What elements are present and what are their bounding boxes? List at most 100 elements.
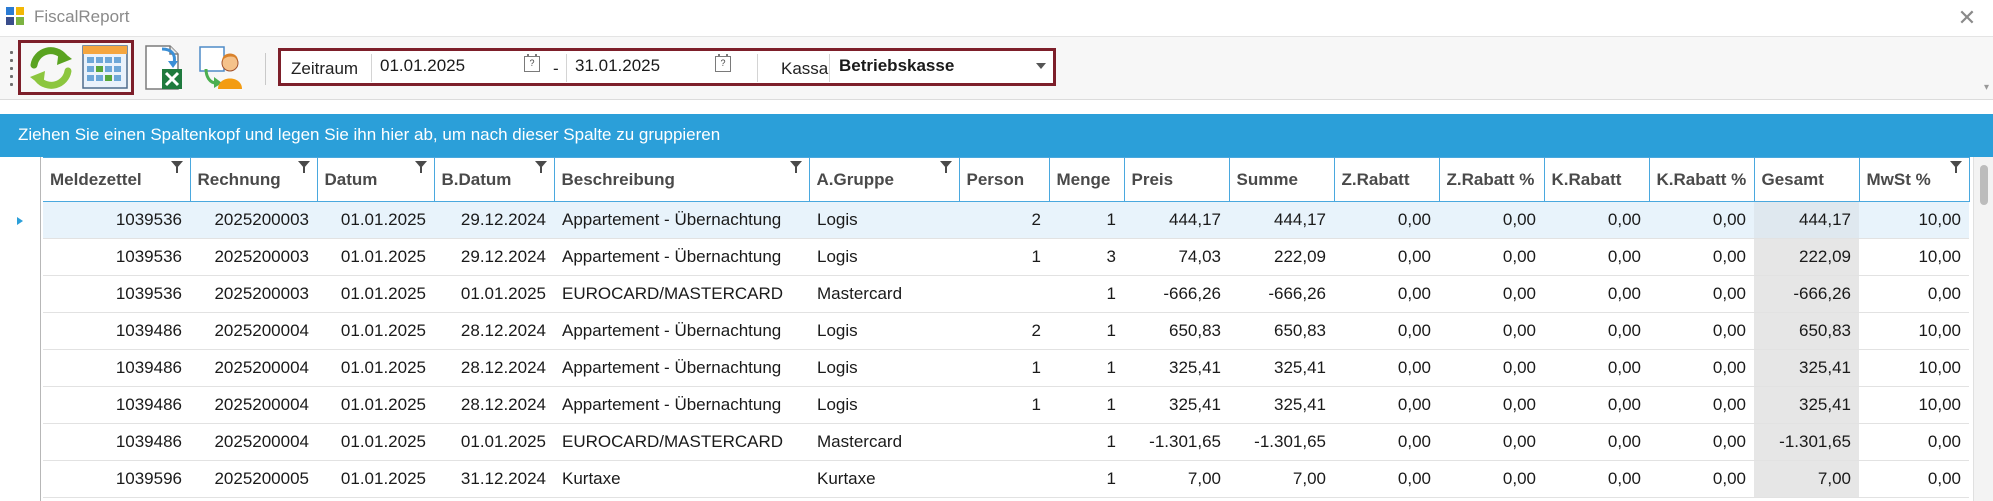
table-cell[interactable]: EUROCARD/MASTERCARD [554,275,809,313]
table-cell[interactable]: 7,00 [1124,460,1229,498]
column-header[interactable]: Rechnung [190,157,318,202]
column-header[interactable]: B.Datum [434,157,555,202]
excel-export-icon[interactable] [140,43,190,93]
table-cell[interactable]: 2025200004 [190,386,317,424]
table-cell[interactable]: 0,00 [1859,275,1969,313]
column-header[interactable]: Datum [317,157,435,202]
table-cell[interactable]: 1 [959,349,1049,387]
table-cell[interactable]: 1039486 [43,386,190,424]
table-cell[interactable]: 1 [1049,386,1124,424]
table-cell[interactable]: 444,17 [1124,201,1229,239]
table-row[interactable]: 1039486 2025200004 01.01.2025 28.12.2024 App… [43,349,1969,387]
table-cell[interactable]: 01.01.2025 [317,386,434,424]
column-header[interactable]: MwSt % [1859,157,1970,202]
kassa-select[interactable]: Betriebskasse [831,54,1049,80]
table-cell[interactable]: 0,00 [1544,238,1649,276]
table-cell[interactable]: 0,00 [1334,201,1439,239]
table-cell[interactable]: 1 [1049,275,1124,313]
table-row[interactable]: 1039486 2025200004 01.01.2025 01.01.2025 EUR… [43,423,1969,461]
table-cell[interactable]: 3 [1049,238,1124,276]
table-cell[interactable]: 7,00 [1229,460,1334,498]
table-cell[interactable]: 01.01.2025 [317,238,434,276]
table-cell[interactable]: 10,00 [1859,312,1969,350]
table-cell[interactable]: 01.01.2025 [317,423,434,461]
table-cell[interactable]: -1.301,65 [1229,423,1334,461]
table-cell[interactable]: 0,00 [1334,275,1439,313]
table-cell[interactable]: 1039596 [43,460,190,498]
table-cell[interactable]: Appartement - Übernachtung [554,386,809,424]
table-cell[interactable]: 1 [1049,460,1124,498]
calendar-icon-from[interactable]: ? [524,54,540,72]
filter-icon[interactable] [1949,161,1962,173]
table-cell[interactable]: Appartement - Übernachtung [554,312,809,350]
table-cell[interactable]: 0,00 [1334,349,1439,387]
refresh-icon[interactable] [26,43,76,93]
table-cell[interactable]: 0,00 [1439,275,1544,313]
column-header[interactable]: Z.Rabatt % [1439,157,1545,202]
table-cell[interactable]: 325,41 [1754,349,1859,387]
filter-icon[interactable] [789,161,802,173]
table-cell[interactable]: 325,41 [1229,349,1334,387]
column-header[interactable]: K.Rabatt [1544,157,1650,202]
date-from-field[interactable]: 01.01.2025 [372,54,549,80]
table-cell[interactable]: 0,00 [1334,386,1439,424]
table-cell[interactable]: 74,03 [1124,238,1229,276]
table-cell[interactable]: Logis [809,201,959,239]
table-cell[interactable]: 01.01.2025 [434,423,554,461]
table-cell[interactable]: 0,00 [1544,386,1649,424]
table-cell[interactable]: 10,00 [1859,386,1969,424]
table-cell[interactable]: 2 [959,312,1049,350]
column-header[interactable]: Z.Rabatt [1334,157,1440,202]
table-cell[interactable]: EUROCARD/MASTERCARD [554,423,809,461]
table-cell[interactable]: 29.12.2024 [434,201,554,239]
table-cell[interactable]: 1039486 [43,423,190,461]
table-cell[interactable]: 1 [959,238,1049,276]
table-cell[interactable]: 2025200003 [190,275,317,313]
toolbar-grip[interactable] [10,51,14,87]
group-by-panel[interactable]: Ziehen Sie einen Spaltenkopf und legen S… [0,114,1993,157]
table-cell[interactable]: 1 [1049,201,1124,239]
table-cell[interactable]: 31.12.2024 [434,460,554,498]
table-cell[interactable]: 0,00 [1649,238,1754,276]
close-icon[interactable]: ✕ [1953,4,1981,32]
table-cell[interactable]: 650,83 [1754,312,1859,350]
table-cell[interactable]: Appartement - Übernachtung [554,201,809,239]
table-cell[interactable]: 0,00 [1649,349,1754,387]
table-cell[interactable]: 325,41 [1124,349,1229,387]
table-cell[interactable]: 0,00 [1334,460,1439,498]
filter-icon[interactable] [534,161,547,173]
table-cell[interactable]: 0,00 [1439,238,1544,276]
table-cell[interactable]: 0,00 [1649,312,1754,350]
table-cell[interactable]: 0,00 [1439,312,1544,350]
table-cell[interactable]: 1 [1049,349,1124,387]
table-cell[interactable]: 0,00 [1649,423,1754,461]
table-cell[interactable]: Kurtaxe [554,460,809,498]
table-cell[interactable]: Mastercard [809,275,959,313]
table-cell[interactable]: 444,17 [1754,201,1859,239]
user-export-icon[interactable] [196,43,246,93]
column-header[interactable]: Person [959,157,1050,202]
table-cell[interactable]: 0,00 [1334,312,1439,350]
table-cell[interactable]: 29.12.2024 [434,238,554,276]
table-cell[interactable]: 325,41 [1229,386,1334,424]
table-cell[interactable]: 0,00 [1544,460,1649,498]
table-row[interactable]: 1039596 2025200005 01.01.2025 31.12.2024 Kur… [43,460,1969,498]
table-row[interactable]: 1039536 2025200003 01.01.2025 29.12.2024 App… [43,201,1969,239]
table-cell[interactable]: 2025200003 [190,238,317,276]
filter-icon[interactable] [170,161,183,173]
table-cell[interactable]: 0,00 [1649,201,1754,239]
table-cell[interactable]: 0,00 [1544,275,1649,313]
table-row[interactable]: 1039486 2025200004 01.01.2025 28.12.2024 App… [43,386,1969,424]
table-cell[interactable]: 0,00 [1544,423,1649,461]
column-header[interactable]: Meldezettel [43,157,191,202]
toolbar-overflow-icon[interactable]: ▾ [1984,82,1989,93]
column-header[interactable]: Beschreibung [554,157,810,202]
table-cell[interactable]: 2025200005 [190,460,317,498]
column-header[interactable]: A.Gruppe [809,157,960,202]
table-cell[interactable]: 28.12.2024 [434,349,554,387]
table-cell[interactable]: -1.301,65 [1754,423,1859,461]
table-cell[interactable]: 2025200004 [190,423,317,461]
table-cell[interactable]: 0,00 [1439,349,1544,387]
column-header[interactable]: Gesamt [1754,157,1860,202]
table-cell[interactable] [959,275,1049,313]
